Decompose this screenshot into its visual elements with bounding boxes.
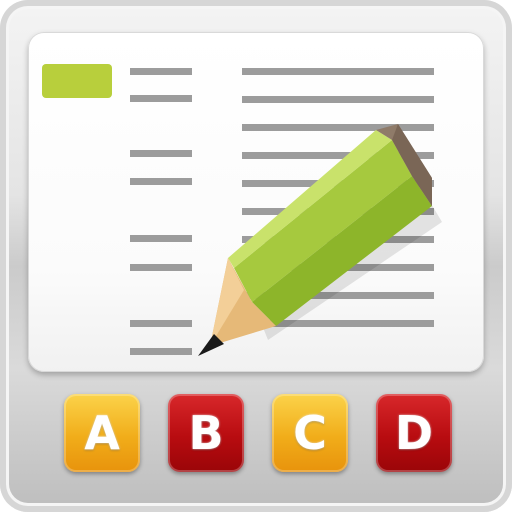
answer-a-button[interactable]: A	[64, 394, 140, 472]
answer-buttons-row: A B C D	[64, 394, 456, 474]
answer-d-button[interactable]: D	[376, 394, 452, 472]
left-column-lines	[130, 68, 192, 355]
answer-c-button[interactable]: C	[272, 394, 348, 472]
quiz-app-icon[interactable]: A B C D	[0, 0, 512, 512]
answer-b-button[interactable]: B	[168, 394, 244, 472]
highlight-bar	[42, 64, 112, 98]
